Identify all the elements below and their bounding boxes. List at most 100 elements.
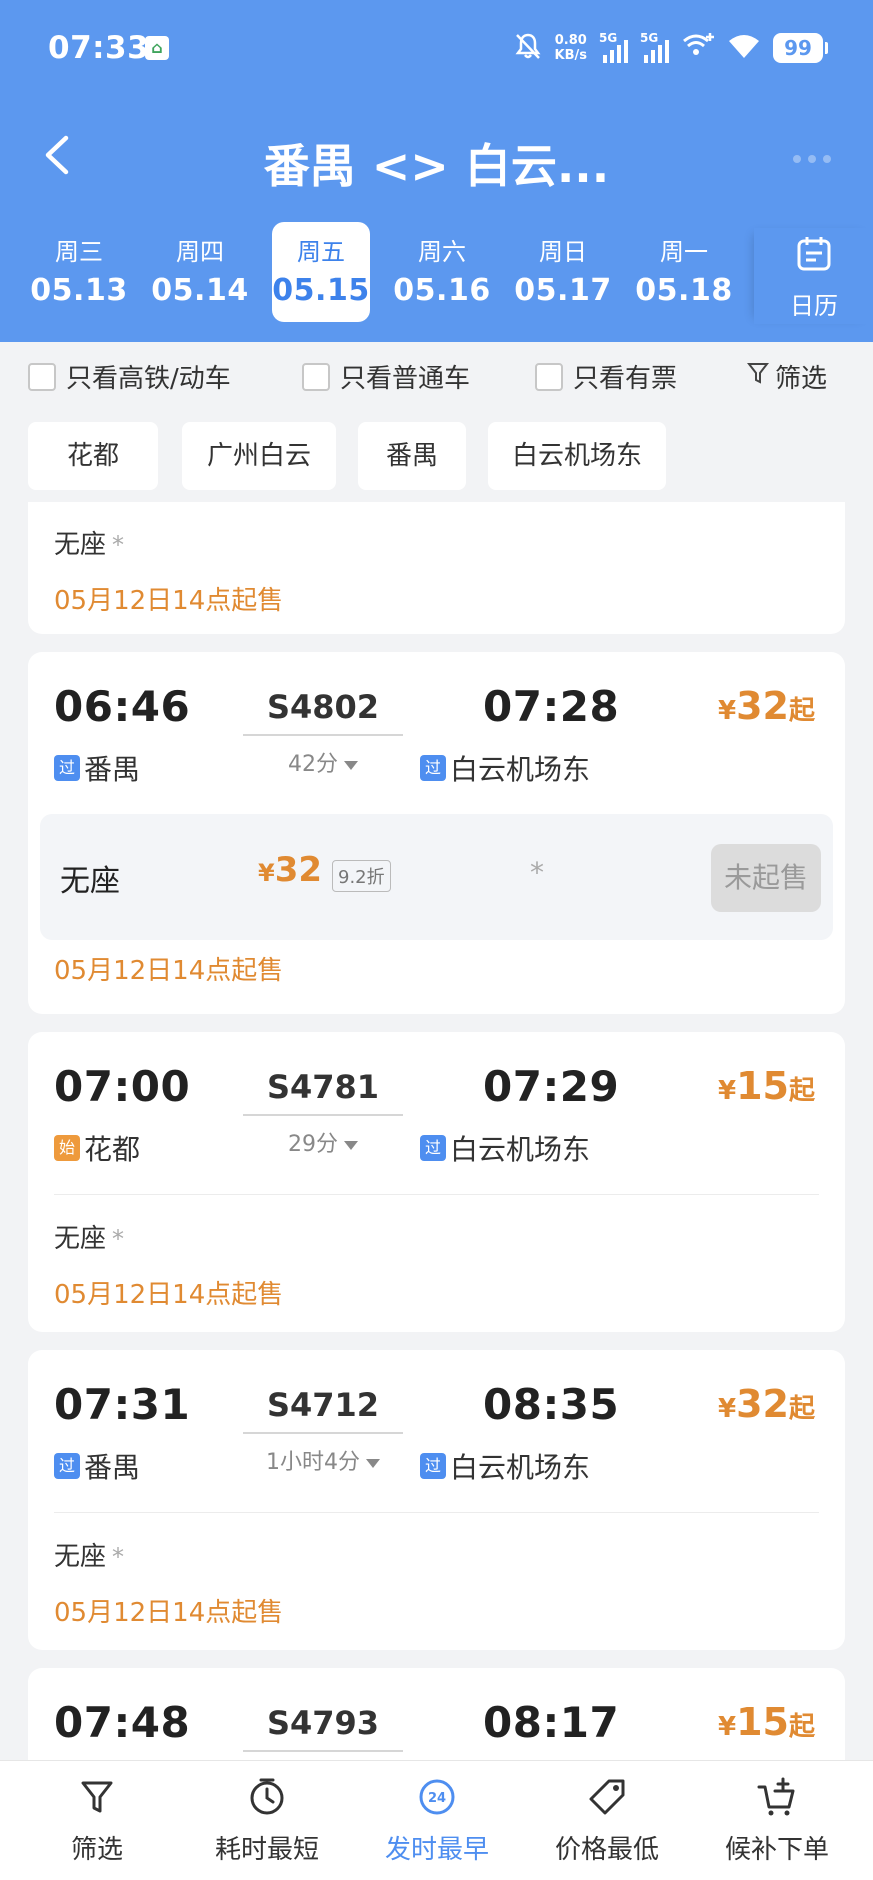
caret-down-icon — [366, 1458, 380, 1468]
date-weekday: 周五 — [297, 238, 345, 266]
date-tab-0514[interactable]: 周四 05.14 — [151, 222, 249, 322]
start-badge: 始 — [54, 1135, 80, 1161]
station-name: 白云机场东 — [450, 753, 591, 786]
train-card-partial[interactable]: 无座 * 05月12日14点起售 — [28, 502, 845, 634]
discount-badge: 9.2折 — [332, 860, 391, 892]
train-line — [243, 1432, 403, 1434]
train-number: S4712 — [266, 1386, 380, 1424]
pass-badge: 过 — [54, 1453, 80, 1479]
train-line — [243, 734, 403, 736]
divider — [54, 1194, 819, 1195]
tab-waitlist-order[interactable]: 候补下单 — [690, 1761, 864, 1880]
not-on-sale-button[interactable]: 未起售 — [711, 844, 821, 912]
station-chip-panyu[interactable]: 番禺 — [358, 422, 466, 490]
more-icon[interactable] — [791, 150, 833, 168]
status-indicators: 0.80 KB/s 5G 5G 99 — [513, 28, 828, 68]
price-suffix: 起 — [788, 696, 815, 726]
depart-time: 06:46 — [54, 682, 191, 731]
arrive-time: 08:17 — [483, 1698, 620, 1747]
lowest-price: ¥15起 — [718, 1064, 815, 1108]
train-line — [243, 1114, 403, 1116]
currency-symbol: ¥ — [258, 859, 275, 887]
lowest-price: ¥15起 — [718, 1700, 815, 1744]
seat-summary: 无座 * — [54, 524, 124, 561]
filter-button-label: 筛选 — [774, 364, 827, 394]
tab-lowest-price[interactable]: 价格最低 — [520, 1761, 694, 1880]
duration-toggle[interactable]: 42分 — [243, 746, 403, 778]
calendar-button[interactable]: 日历 — [754, 228, 873, 324]
date-tab-0513[interactable]: 周三 05.13 — [30, 222, 128, 322]
date-value: 05.17 — [514, 273, 612, 308]
price-value: 32 — [736, 1382, 789, 1426]
tab-label: 耗时最短 — [214, 1835, 319, 1865]
pass-badge: 过 — [420, 1135, 446, 1161]
date-value: 05.15 — [272, 273, 370, 308]
train-card-s4802[interactable]: 06:46 S4802 42分 07:28 过番禺 过白云机场东 ¥32起 无座… — [28, 652, 845, 1014]
to-station: 过白云机场东 — [420, 748, 590, 788]
mute-bell-icon — [513, 31, 543, 65]
duration-toggle[interactable]: 29分 — [243, 1126, 403, 1158]
station-chip-huadu[interactable]: 花都 — [28, 422, 158, 490]
cart-add-icon — [755, 1775, 799, 1819]
wifi-icon — [727, 31, 761, 65]
currency-symbol: ¥ — [718, 696, 737, 726]
date-weekday: 周三 — [55, 238, 103, 266]
svg-text:24: 24 — [428, 1791, 446, 1806]
tab-earliest-departure[interactable]: 24 发时最早 — [350, 1761, 524, 1880]
funnel-icon — [75, 1775, 119, 1819]
24h-icon: 24 — [415, 1775, 459, 1819]
signal-sim1-icon: 5G — [599, 31, 628, 63]
tab-shortest-duration[interactable]: 耗时最短 — [180, 1761, 354, 1880]
date-tab-0516[interactable]: 周六 05.16 — [393, 222, 491, 322]
app-notification-icon: ⌂ — [145, 36, 169, 60]
checkbox-box — [535, 362, 563, 391]
date-tab-0518[interactable]: 周一 05.18 — [635, 222, 733, 322]
network-speed: 0.80 KB/s — [555, 33, 587, 63]
seat-star: * — [112, 1543, 125, 1571]
tab-label: 价格最低 — [554, 1835, 659, 1865]
filter-row: 只看高铁/动车 只看普通车 只看有票 筛选 — [0, 350, 873, 400]
train-number: S4793 — [266, 1704, 380, 1742]
arrive-time: 07:28 — [483, 682, 620, 731]
caret-down-icon — [344, 760, 358, 770]
price-suffix: 起 — [788, 1394, 815, 1424]
date-tab-0515[interactable]: 周五 05.15 — [272, 222, 370, 322]
currency-symbol: ¥ — [718, 1712, 737, 1742]
date-weekday: 周日 — [539, 238, 587, 266]
arrive-time: 07:29 — [483, 1062, 620, 1111]
train-line — [243, 1750, 403, 1752]
regular-train-only-checkbox[interactable]: 只看普通车 — [302, 358, 470, 395]
battery-indicator: 99 — [773, 33, 828, 63]
duration-text: 1小时4分 — [266, 1450, 360, 1475]
tab-label: 筛选 — [70, 1835, 123, 1865]
price-suffix: 起 — [788, 1076, 815, 1106]
date-tab-0517[interactable]: 周日 05.17 — [514, 222, 612, 322]
tab-filter[interactable]: 筛选 — [10, 1761, 184, 1880]
seat-summary: 无座 * — [54, 1218, 124, 1255]
filter-button[interactable]: 筛选 — [746, 358, 827, 395]
train-card-s4781[interactable]: 07:00 S4781 29分 07:29 始花都 过白云机场东 ¥15起 无座… — [28, 1032, 845, 1332]
lowest-price: ¥32起 — [718, 684, 815, 728]
price-value: 15 — [736, 1064, 789, 1108]
station-chip-guangzhou-baiyun[interactable]: 广州白云 — [182, 422, 336, 490]
high-speed-only-checkbox[interactable]: 只看高铁/动车 — [28, 358, 231, 395]
seat-star: * — [112, 1225, 125, 1253]
checkbox-label: 只看高铁/动车 — [66, 364, 231, 394]
station-name: 番禺 — [84, 753, 141, 786]
station-name: 白云机场东 — [450, 1451, 591, 1484]
depart-time: 07:00 — [54, 1062, 191, 1111]
train-card-s4712[interactable]: 07:31 S4712 1小时4分 08:35 过番禺 过白云机场东 ¥32起 … — [28, 1350, 845, 1650]
from-station: 始花都 — [54, 1128, 140, 1168]
pass-badge: 过 — [420, 1453, 446, 1479]
checkbox-box — [302, 362, 330, 391]
seat-star: * — [112, 531, 125, 559]
duration-toggle[interactable]: 1小时4分 — [243, 1444, 403, 1476]
seat-name: 无座 — [54, 1224, 107, 1254]
available-only-checkbox[interactable]: 只看有票 — [535, 358, 677, 395]
date-value: 05.18 — [635, 273, 733, 308]
network-speed-value: 0.80 — [554, 33, 587, 48]
pass-badge: 过 — [54, 755, 80, 781]
station-chip-baiyun-airport-east[interactable]: 白云机场东 — [488, 422, 666, 490]
signal-sim2-icon: 5G — [640, 31, 669, 63]
seat-panel-no-seat: 无座 ¥32 9.2折 * 未起售 — [40, 814, 833, 940]
